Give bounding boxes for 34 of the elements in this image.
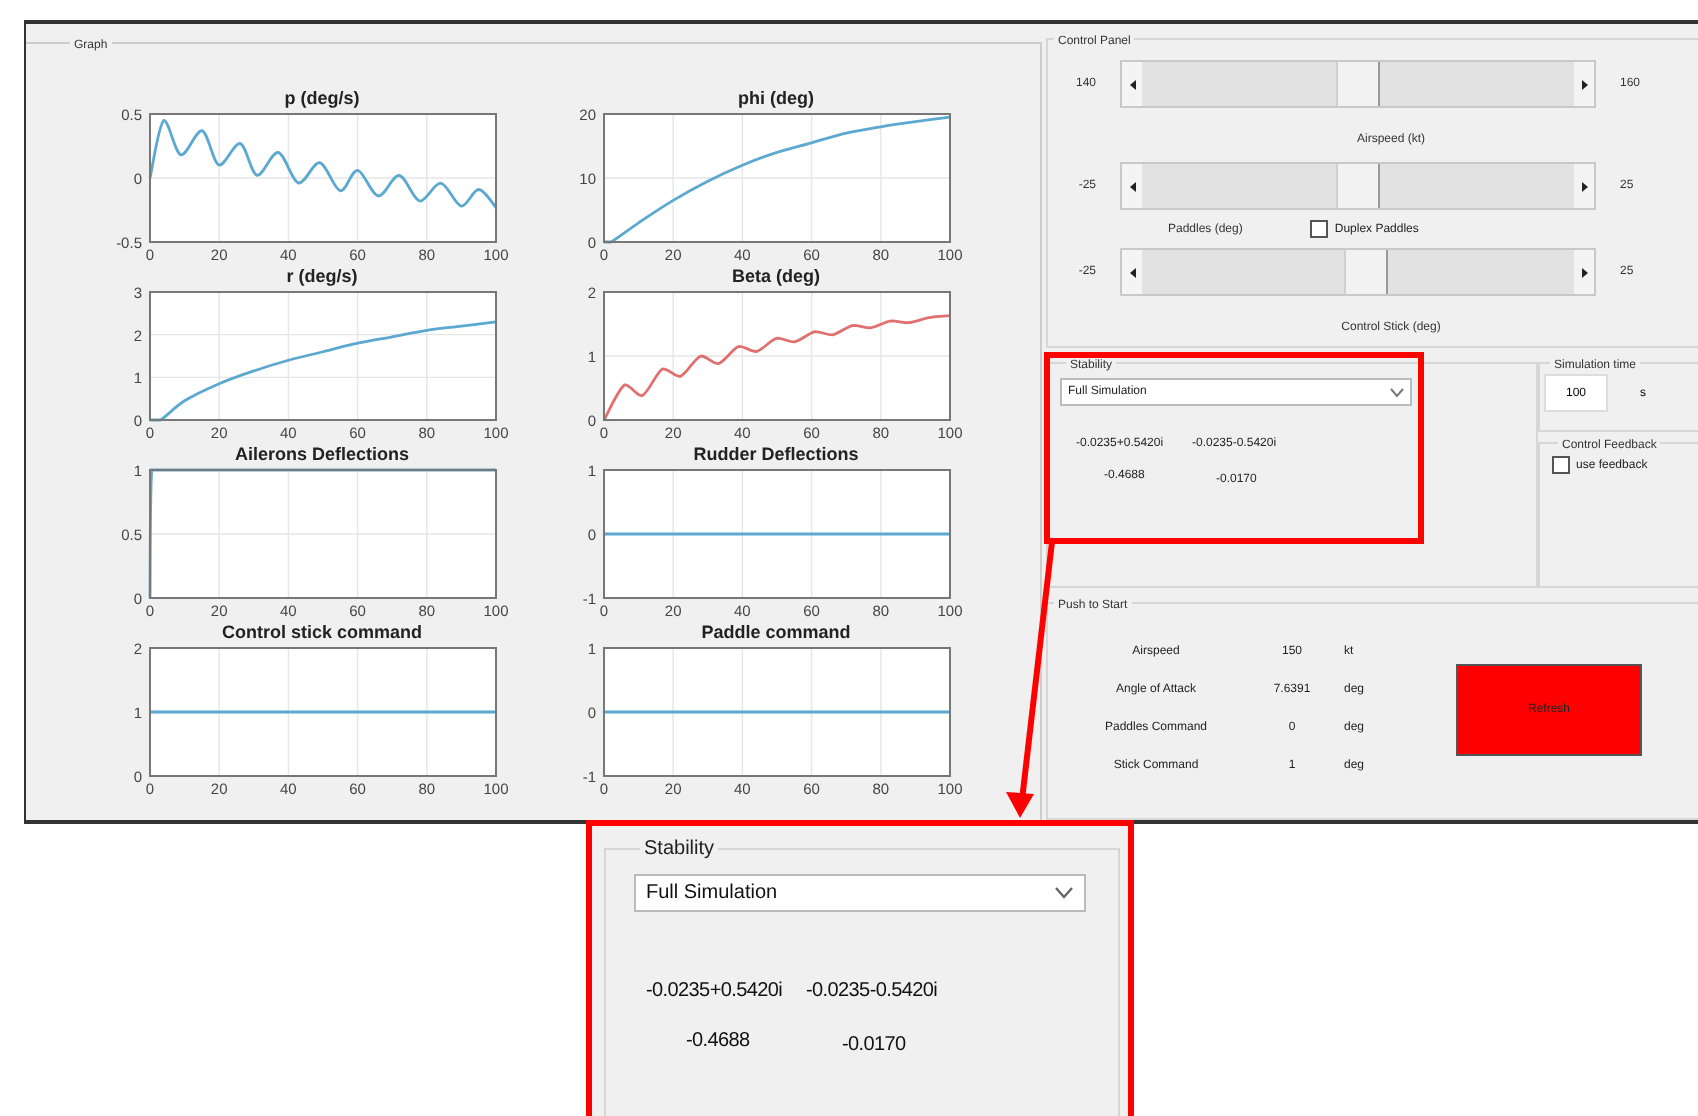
scroll-left-button[interactable] [1122,62,1142,106]
caret-left-icon [1129,79,1135,89]
slider-thumb[interactable] [1336,164,1380,208]
slider[interactable] [1120,248,1596,296]
eigenvalue-text: -0.0235-0.5420i [806,980,940,1002]
chevron-down-icon [1390,387,1404,397]
slider-thumb[interactable] [1344,250,1389,294]
caret-right-icon [1581,267,1587,277]
caret-left-icon [1129,181,1135,191]
caret-left-icon [1129,267,1135,277]
panel-title: Stability [644,838,715,860]
eigenvalue-text: -0.4688 [684,1030,752,1056]
slider[interactable] [1120,162,1596,210]
eigenvalue-text: -0.0170 [840,1034,908,1056]
slider[interactable] [1120,60,1596,108]
scroll-right-button[interactable] [1574,164,1594,208]
chart-title: Beta (deg) [732,266,820,286]
eigenvalue-text: -0.0235+0.5420i [646,980,785,1002]
chart-title: phi (deg) [738,88,814,108]
slider-thumb[interactable] [1336,62,1380,106]
scroll-left-button[interactable] [1122,164,1142,208]
scroll-right-button[interactable] [1574,62,1594,106]
chart-title: Rudder Deflections [693,444,859,464]
scroll-right-button[interactable] [1574,250,1594,294]
chart-title: Ailerons Deflections [234,444,410,464]
mode-dropdown[interactable]: Full Simulation [634,874,1086,912]
caret-right-icon [1581,79,1587,89]
scroll-left-button[interactable] [1122,250,1142,294]
chart-title: Paddle command [701,622,851,642]
chevron-down-icon [1054,886,1074,900]
chart-title: Control stick command [222,622,422,642]
caret-right-icon [1581,181,1587,191]
chart-title: p (deg/s) [284,88,360,108]
chart-title: r (deg/s) [286,266,358,286]
